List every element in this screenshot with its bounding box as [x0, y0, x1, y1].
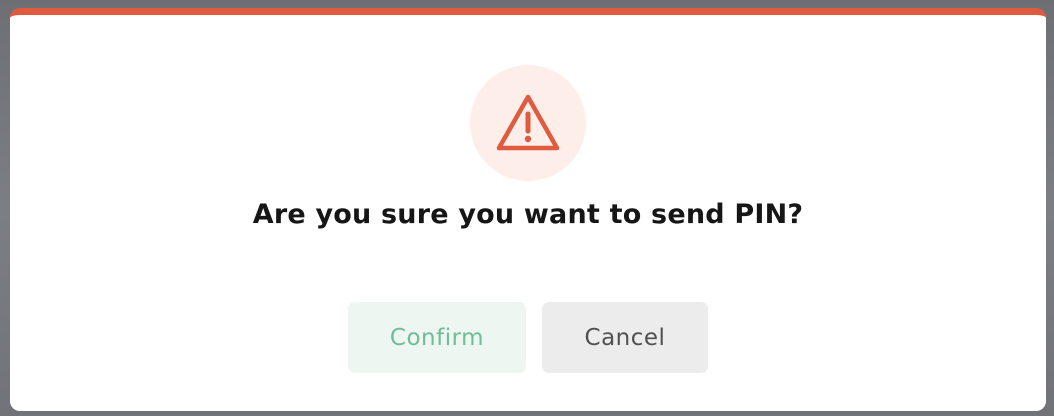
dialog-message: Are you sure you want to send PIN? [252, 199, 804, 230]
confirm-dialog: Are you sure you want to send PIN? Confi… [10, 8, 1046, 411]
warning-icon-badge [470, 65, 586, 181]
cancel-button[interactable]: Cancel [542, 302, 708, 373]
warning-triangle-icon [496, 94, 560, 151]
confirm-button[interactable]: Confirm [348, 302, 526, 373]
dialog-actions: Confirm Cancel [348, 302, 708, 373]
